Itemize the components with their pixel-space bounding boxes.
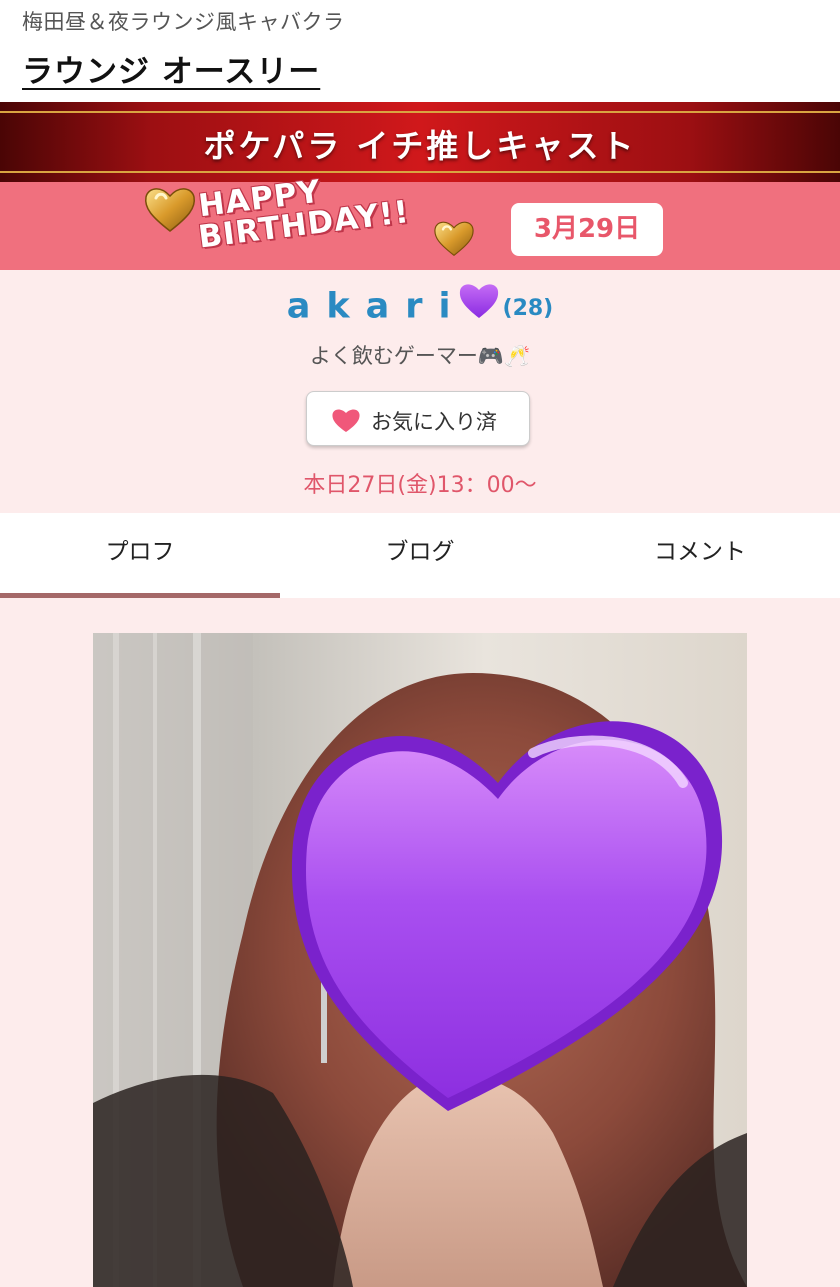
cast-name: akari xyxy=(286,286,467,327)
cast-age: (28) xyxy=(502,295,554,321)
heart-icon xyxy=(331,407,361,437)
shop-category: 梅田昼＆夜ラウンジ風キャバクラ xyxy=(22,10,345,34)
schedule-text: 本日27日(金)13：00〜 xyxy=(303,473,537,498)
favorite-label: お気に入り済 xyxy=(371,410,497,434)
cast-name-row: akari (28) xyxy=(0,283,840,332)
tab-comment[interactable]: コメント xyxy=(560,513,840,593)
profile-tabs: プロフ ブログ コメント xyxy=(0,513,840,598)
purple-heart-icon xyxy=(457,280,501,329)
tab-blog[interactable]: ブログ xyxy=(280,513,560,593)
pickup-banner-label: ポケパラ イチ推しキャスト xyxy=(203,127,637,165)
shop-name-link[interactable]: ラウンジ オースリー xyxy=(22,46,320,91)
birthday-date-badge: 3月29日 xyxy=(511,203,663,256)
cast-catchphrase: よく飲むゲーマー🎮🥂 xyxy=(309,344,531,368)
favorite-button[interactable]: お気に入り済 xyxy=(306,391,530,446)
shop-header: 梅田昼＆夜ラウンジ風キャバクラ ラウンジ オースリー xyxy=(0,0,840,102)
cast-photo[interactable] xyxy=(93,633,747,1287)
gold-heart-icon xyxy=(142,184,198,234)
tab-profile[interactable]: プロフ xyxy=(0,513,280,593)
